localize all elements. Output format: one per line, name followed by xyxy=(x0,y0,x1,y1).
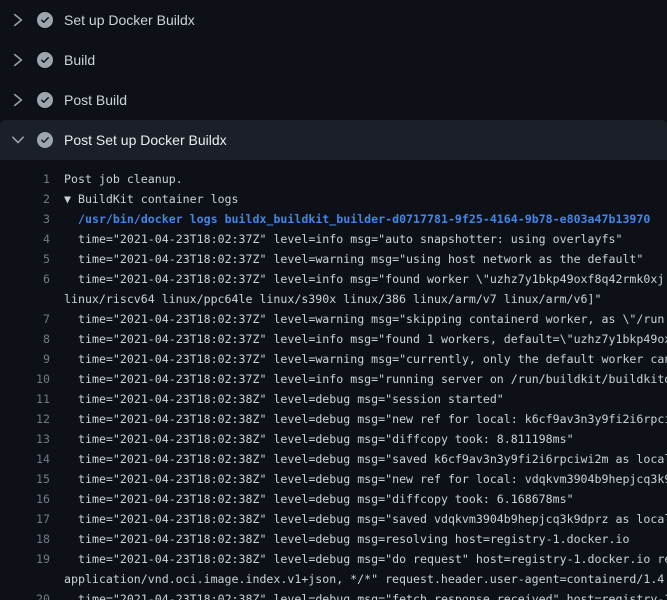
chevron-right-icon[interactable] xyxy=(10,92,26,108)
step-row-set-up-docker-buildx[interactable]: Set up Docker Buildx xyxy=(0,0,667,40)
log-row: 14 time="2021-04-23T18:02:38Z" level=debu… xyxy=(0,449,667,469)
log-row: 1 Post job cleanup. xyxy=(0,169,667,189)
log-line-number: 8 xyxy=(0,329,50,349)
log-row: 11 time="2021-04-23T18:02:38Z" level=debu… xyxy=(0,389,667,409)
log-line-number: 16 xyxy=(0,489,50,509)
log-line-number: 19 xyxy=(0,549,50,569)
step-label: Post Set up Docker Buildx xyxy=(64,132,227,148)
log-row: 3/usr/bin/docker logs buildx_buildkit_bu… xyxy=(0,209,667,229)
log-group-label[interactable]: BuildKit container logs xyxy=(78,192,239,206)
log-line-text: time="2021-04-23T18:02:38Z" level=debug … xyxy=(64,429,574,449)
log-row: 6 time="2021-04-23T18:02:37Z" level=info … xyxy=(0,269,667,289)
log-line-number: 12 xyxy=(0,409,50,429)
log-row: 19 time="2021-04-23T18:02:38Z" level=debu… xyxy=(0,549,667,569)
log-line-number: 20 xyxy=(0,589,50,600)
log-line-number: 17 xyxy=(0,509,50,529)
step-row-build[interactable]: Build xyxy=(0,40,667,80)
log-line-number: 15 xyxy=(0,469,50,489)
log-line-number: 2 xyxy=(0,189,50,209)
log-row: 20 time="2021-04-23T18:02:38Z" level=debu… xyxy=(0,589,667,600)
log-line-text: application/vnd.oci.image.index.v1+json,… xyxy=(64,569,667,589)
log-line-text: time="2021-04-23T18:02:37Z" level=warnin… xyxy=(64,249,643,269)
chevron-right-icon[interactable] xyxy=(10,52,26,68)
log-line-text: time="2021-04-23T18:02:38Z" level=debug … xyxy=(64,489,574,509)
log-row: 13 time="2021-04-23T18:02:38Z" level=debu… xyxy=(0,429,667,449)
log-line-number: 7 xyxy=(0,309,50,329)
step-row-post-set-up-docker-buildx[interactable]: Post Set up Docker Buildx xyxy=(0,120,667,160)
log-line-text: time="2021-04-23T18:02:38Z" level=debug … xyxy=(64,529,629,549)
log-line-text: time="2021-04-23T18:02:37Z" level=info m… xyxy=(64,229,622,249)
log-row: 15 time="2021-04-23T18:02:38Z" level=debu… xyxy=(0,469,667,489)
log-row: 4 time="2021-04-23T18:02:37Z" level=info … xyxy=(0,229,667,249)
step-label: Set up Docker Buildx xyxy=(64,12,195,28)
step-label: Post Build xyxy=(64,92,127,108)
log-line-number: 4 xyxy=(0,229,50,249)
log-line-text: Post job cleanup. xyxy=(64,169,183,189)
log-line-number: 13 xyxy=(0,429,50,449)
log-line-text: time="2021-04-23T18:02:38Z" level=debug … xyxy=(64,469,667,489)
log-row: application/vnd.oci.image.index.v1+json,… xyxy=(0,569,667,589)
steps-list: Set up Docker Buildx Build Post Build Post … xyxy=(0,0,667,160)
log-panel: 1 Post job cleanup. 2 ▼ BuildKit container … xyxy=(0,160,667,600)
log-line-text: time="2021-04-23T18:02:37Z" level=warnin… xyxy=(64,309,664,329)
log-line-text: time="2021-04-23T18:02:38Z" level=debug … xyxy=(64,509,667,529)
log-row: 2 ▼ BuildKit container logs xyxy=(0,189,667,209)
log-row: 17 time="2021-04-23T18:02:38Z" level=debu… xyxy=(0,509,667,529)
log-row: 12 time="2021-04-23T18:02:38Z" level=debu… xyxy=(0,409,667,429)
step-row-post-build[interactable]: Post Build xyxy=(0,80,667,120)
log-line-text: time="2021-04-23T18:02:37Z" level=info m… xyxy=(64,369,667,389)
chevron-down-icon[interactable] xyxy=(10,132,26,148)
log-line-text: time="2021-04-23T18:02:38Z" level=debug … xyxy=(64,549,667,569)
log-line-text: time="2021-04-23T18:02:37Z" level=warnin… xyxy=(64,349,667,369)
log-line-number: 1 xyxy=(0,169,50,189)
log-group-collapse-icon[interactable]: ▼ xyxy=(64,192,78,206)
log-row: 8 time="2021-04-23T18:02:37Z" level=info … xyxy=(0,329,667,349)
chevron-right-icon[interactable] xyxy=(10,12,26,28)
log-line-number: 9 xyxy=(0,349,50,369)
log-line-text: time="2021-04-23T18:02:37Z" level=info m… xyxy=(64,329,667,349)
log-line-number: 11 xyxy=(0,389,50,409)
check-circle-icon xyxy=(37,92,53,108)
log-line-number: 18 xyxy=(0,529,50,549)
log-line-number: 6 xyxy=(0,269,50,289)
log-line-number: 14 xyxy=(0,449,50,469)
log-line-text: time="2021-04-23T18:02:38Z" level=debug … xyxy=(64,389,504,409)
log-line-number: 10 xyxy=(0,369,50,389)
log-row: 18 time="2021-04-23T18:02:38Z" level=debu… xyxy=(0,529,667,549)
log-row: 10 time="2021-04-23T18:02:37Z" level=info… xyxy=(0,369,667,389)
log-line-number: 3 xyxy=(0,209,50,229)
check-circle-icon xyxy=(37,52,53,68)
log-row: linux/riscv64 linux/ppc64le linux/s390x … xyxy=(0,289,667,309)
log-row: 5 time="2021-04-23T18:02:37Z" level=warni… xyxy=(0,249,667,269)
check-circle-icon xyxy=(37,132,53,148)
log-row: 9 time="2021-04-23T18:02:37Z" level=warni… xyxy=(0,349,667,369)
log-line-text: ▼ BuildKit container logs xyxy=(64,189,239,209)
log-line-text: time="2021-04-23T18:02:38Z" level=debug … xyxy=(64,589,667,600)
check-circle-icon xyxy=(37,12,53,28)
log-line-text: linux/riscv64 linux/ppc64le linux/s390x … xyxy=(64,289,601,309)
log-row: 7 time="2021-04-23T18:02:37Z" level=warni… xyxy=(0,309,667,329)
log-line-text: time="2021-04-23T18:02:38Z" level=debug … xyxy=(64,449,667,469)
log-line-text: time="2021-04-23T18:02:38Z" level=debug … xyxy=(64,409,667,429)
log-row: 16 time="2021-04-23T18:02:38Z" level=debu… xyxy=(0,489,667,509)
log-line-number: 5 xyxy=(0,249,50,269)
log-command-text: /usr/bin/docker logs buildx_buildkit_bui… xyxy=(64,209,650,229)
log-line-text: time="2021-04-23T18:02:37Z" level=info m… xyxy=(64,269,664,289)
step-label: Build xyxy=(64,52,95,68)
